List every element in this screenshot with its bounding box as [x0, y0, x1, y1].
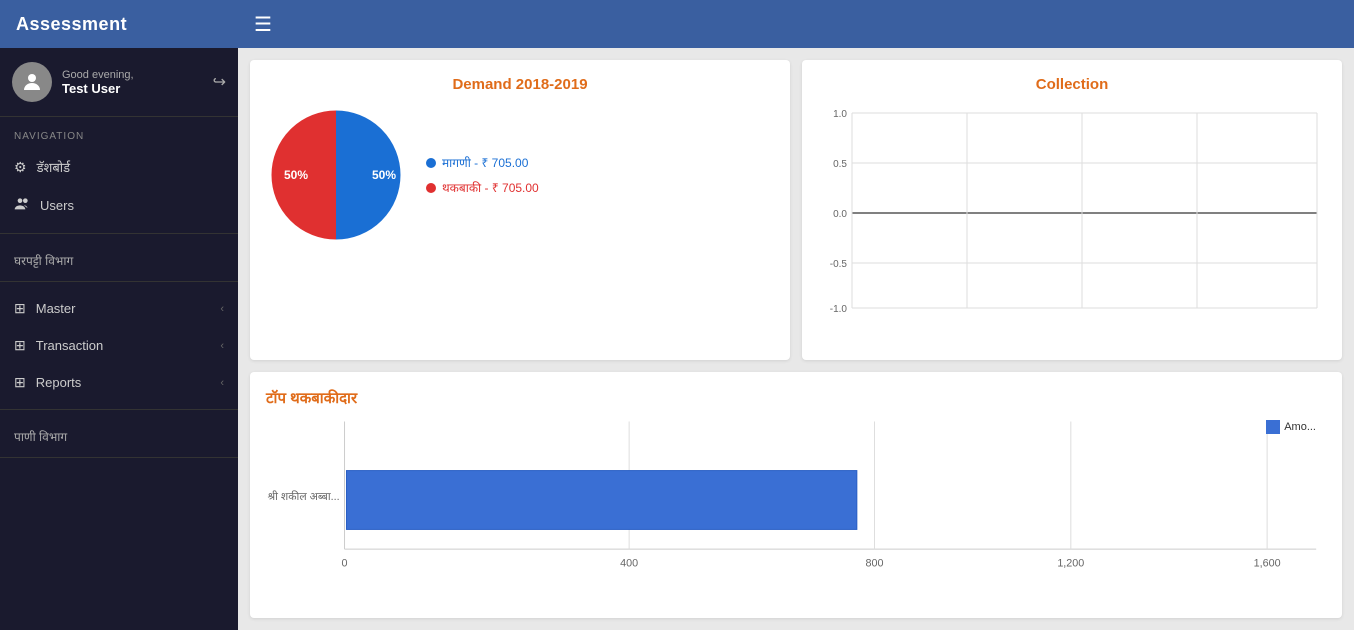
demand-card: Demand 2018-2019 50%	[250, 60, 790, 360]
svg-text:-1.0: -1.0	[830, 304, 848, 315]
svg-text:0: 0	[342, 558, 348, 570]
svg-text:0.0: 0.0	[833, 209, 847, 220]
chevron-right3-icon: ‹	[220, 377, 224, 389]
logout-icon[interactable]: ↪	[213, 72, 226, 92]
svg-text:800: 800	[866, 558, 884, 570]
collection-title: Collection	[818, 76, 1326, 93]
app-title: Assessment	[0, 0, 238, 48]
users-label: Users	[40, 198, 74, 213]
chevron-right2-icon: ‹	[220, 340, 224, 352]
sidebar-item-dashboard[interactable]: ⚙ डॅशबोर्ड	[0, 148, 238, 186]
demand-title: Demand 2018-2019	[266, 76, 774, 93]
legend-item-demand: मागणी - ₹ 705.00	[426, 154, 539, 171]
demand-legend: मागणी - ₹ 705.00 थकबाकी - ₹ 705.00	[426, 154, 539, 196]
reports-label: Reports	[36, 375, 82, 390]
collection-card: Collection 1.0 0.5 0.0 -0.5 -1.0	[802, 60, 1342, 360]
defaulters-title: टॉप थकबाकीदार	[266, 388, 1326, 408]
transaction-label: Transaction	[36, 338, 103, 353]
section1-heading: घरपट्टी विभाग	[0, 242, 238, 273]
dashboard-label: डॅशबोर्ड	[37, 158, 71, 176]
grid-icon: ⊞	[14, 300, 26, 317]
chevron-right-icon: ‹	[220, 303, 224, 315]
defaulters-card: टॉप थकबाकीदार Amo... श्री शकील अब्बा...	[250, 372, 1342, 618]
user-name: Test User	[62, 81, 213, 96]
sidebar-item-reports[interactable]: ⊞ Reports ‹	[0, 364, 238, 401]
top-header: ☰	[238, 0, 1354, 48]
legend-dot-red	[426, 183, 436, 193]
user-greeting: Good evening,	[62, 69, 213, 81]
legend-item-outstanding: थकबाकी - ₹ 705.00	[426, 179, 539, 196]
svg-text:0.5: 0.5	[833, 159, 847, 170]
users-icon	[14, 196, 30, 215]
user-section: Good evening, Test User ↪	[0, 48, 238, 117]
sidebar-item-users[interactable]: Users	[0, 186, 238, 225]
legend-text-outstanding: थकबाकी - ₹ 705.00	[442, 179, 539, 196]
svg-text:1.0: 1.0	[833, 109, 847, 120]
hamburger-icon[interactable]: ☰	[254, 12, 272, 37]
pie-label-left: 50%	[284, 168, 308, 182]
nav-label: NAVIGATION	[0, 117, 238, 148]
sidebar-item-transaction[interactable]: ⊞ Transaction ‹	[0, 327, 238, 364]
grid3-icon: ⊞	[14, 374, 26, 391]
sidebar-item-master[interactable]: ⊞ Master ‹	[0, 290, 238, 327]
bar-legend: Amo...	[1266, 420, 1316, 434]
user-info: Good evening, Test User	[62, 69, 213, 96]
section2-heading: पाणी विभाग	[0, 418, 238, 449]
master-label: Master	[36, 301, 76, 316]
svg-text:-0.5: -0.5	[830, 259, 848, 270]
collection-chart: 1.0 0.5 0.0 -0.5 -1.0	[818, 105, 1326, 325]
bar-legend-box	[1266, 420, 1280, 434]
svg-text:श्री शकील अब्बा...: श्री शकील अब्बा...	[268, 490, 340, 503]
svg-text:400: 400	[620, 558, 638, 570]
gear-icon: ⚙	[14, 159, 27, 176]
legend-text-demand: मागणी - ₹ 705.00	[442, 154, 528, 171]
grid2-icon: ⊞	[14, 337, 26, 354]
content-area: Demand 2018-2019 50%	[238, 48, 1354, 630]
demand-pie-chart: 50% 50%	[266, 105, 406, 245]
bar-legend-label: Amo...	[1284, 421, 1316, 433]
legend-dot-blue	[426, 158, 436, 168]
svg-text:1,600: 1,600	[1254, 558, 1281, 570]
avatar	[12, 62, 52, 102]
pie-label-right: 50%	[372, 168, 396, 182]
svg-text:1,200: 1,200	[1057, 558, 1084, 570]
